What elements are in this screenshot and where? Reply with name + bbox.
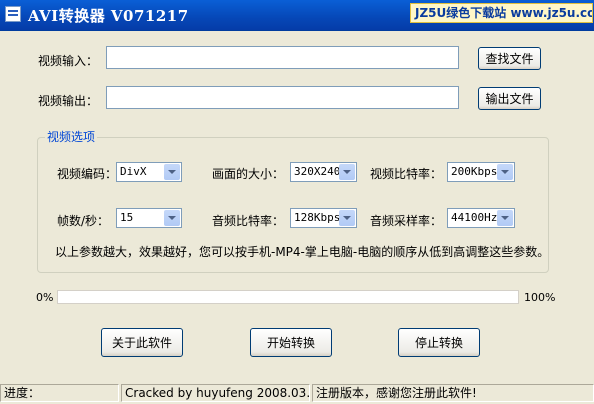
chevron-down-icon[interactable] — [164, 164, 180, 180]
video-codec-label: 视频编码： — [57, 167, 118, 181]
fps-label: 帧数/秒： — [57, 214, 110, 228]
frame-size-select[interactable]: 320X240 — [290, 162, 357, 182]
chevron-down-icon[interactable] — [339, 210, 355, 226]
audio-samplerate-label: 音频采样率： — [370, 214, 443, 228]
video-codec-select[interactable]: DivX — [116, 162, 182, 182]
output-file-button[interactable]: 输出文件 — [478, 87, 541, 110]
video-options-title: 视频选项 — [45, 128, 98, 145]
frame-size-label: 画面的大小： — [212, 167, 285, 181]
status-cracked: Cracked by huyufeng 2008.03. — [121, 384, 310, 402]
title-bar[interactable]: AVI转换器 V071217 JZ5U绿色下载站 www.jz5u.com — [0, 0, 594, 31]
stop-convert-button[interactable]: 停止转换 — [398, 328, 480, 357]
video-input-field[interactable] — [106, 46, 459, 69]
find-file-button[interactable]: 查找文件 — [478, 47, 541, 70]
audio-samplerate-value: 44100Hz — [451, 211, 498, 224]
status-progress: 进度： — [0, 384, 119, 402]
video-bitrate-select[interactable]: 200Kbps — [447, 162, 515, 182]
app-icon — [5, 6, 21, 22]
progress-min-label: 0% — [36, 291, 54, 304]
window-title: AVI转换器 V071217 — [28, 7, 189, 25]
status-bar: 进度： Cracked by huyufeng 2008.03. 注册版本，感谢… — [0, 382, 594, 404]
fps-select[interactable]: 15 — [116, 208, 182, 228]
video-codec-value: DivX — [120, 165, 147, 178]
video-output-field[interactable] — [106, 86, 459, 109]
parameters-hint: 以上参数越大，效果越好，您可以按手机-MP4-掌上电脑-电脑的顺序从低到高调整这… — [55, 245, 550, 259]
progress-bar — [57, 290, 519, 304]
audio-bitrate-value: 128Kbps — [294, 211, 341, 224]
chevron-down-icon[interactable] — [164, 210, 180, 226]
chevron-down-icon[interactable] — [497, 210, 513, 226]
chevron-down-icon[interactable] — [497, 164, 513, 180]
about-button[interactable]: 关于此软件 — [101, 328, 183, 357]
audio-samplerate-select[interactable]: 44100Hz — [447, 208, 515, 228]
audio-bitrate-select[interactable]: 128Kbps — [290, 208, 357, 228]
fps-value: 15 — [120, 211, 134, 224]
status-registered: 注册版本，感谢您注册此软件! — [312, 384, 594, 402]
audio-bitrate-label: 音频比特率： — [212, 214, 285, 228]
start-convert-button[interactable]: 开始转换 — [250, 328, 332, 357]
progress-max-label: 100% — [524, 291, 556, 304]
video-bitrate-label: 视频比特率： — [370, 167, 443, 181]
video-bitrate-value: 200Kbps — [451, 165, 498, 178]
frame-size-value: 320X240 — [294, 165, 341, 178]
watermark-banner: JZ5U绿色下载站 www.jz5u.com — [410, 3, 593, 23]
video-input-label: 视频输入： — [38, 54, 99, 68]
chevron-down-icon[interactable] — [339, 164, 355, 180]
video-output-label: 视频输出： — [38, 94, 99, 108]
